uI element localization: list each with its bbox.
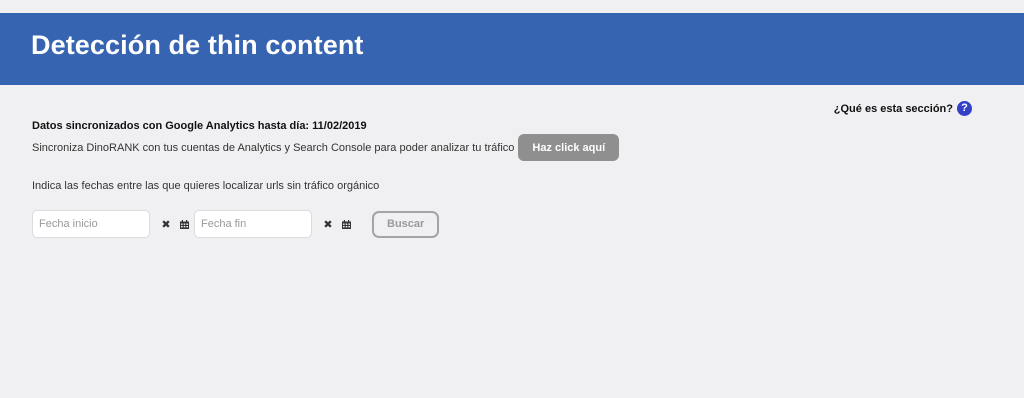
search-button[interactable]: Buscar: [372, 210, 440, 238]
close-icon[interactable]: ✖: [158, 218, 174, 231]
calendar-icon[interactable]: [178, 219, 190, 229]
page-header: Detección de thin content: [0, 13, 1024, 85]
sync-description: Sincroniza DinoRANK con tus cuentas de A…: [32, 141, 515, 154]
page-title: Detección de thin content: [31, 30, 364, 60]
help-link[interactable]: ¿Qué es esta sección? ?: [834, 101, 972, 116]
sync-click-button[interactable]: Haz click aquí: [518, 134, 620, 161]
end-date-input[interactable]: [194, 210, 312, 238]
close-icon[interactable]: ✖: [320, 218, 336, 231]
top-strip: [0, 0, 1024, 13]
dates-instruction: Indica las fechas entre las que quieres …: [32, 180, 380, 192]
calendar-icon[interactable]: [340, 219, 352, 229]
help-label: ¿Qué es esta sección?: [833, 102, 953, 115]
start-date-input[interactable]: [32, 210, 150, 238]
sync-status-title: Datos sincronizados con Google Analytics…: [32, 120, 367, 132]
date-range-row: ✖ ✖ Buscar: [32, 210, 440, 238]
sync-row: Sincroniza DinoRANK con tus cuentas de A…: [32, 134, 620, 161]
question-icon[interactable]: ?: [957, 101, 972, 116]
